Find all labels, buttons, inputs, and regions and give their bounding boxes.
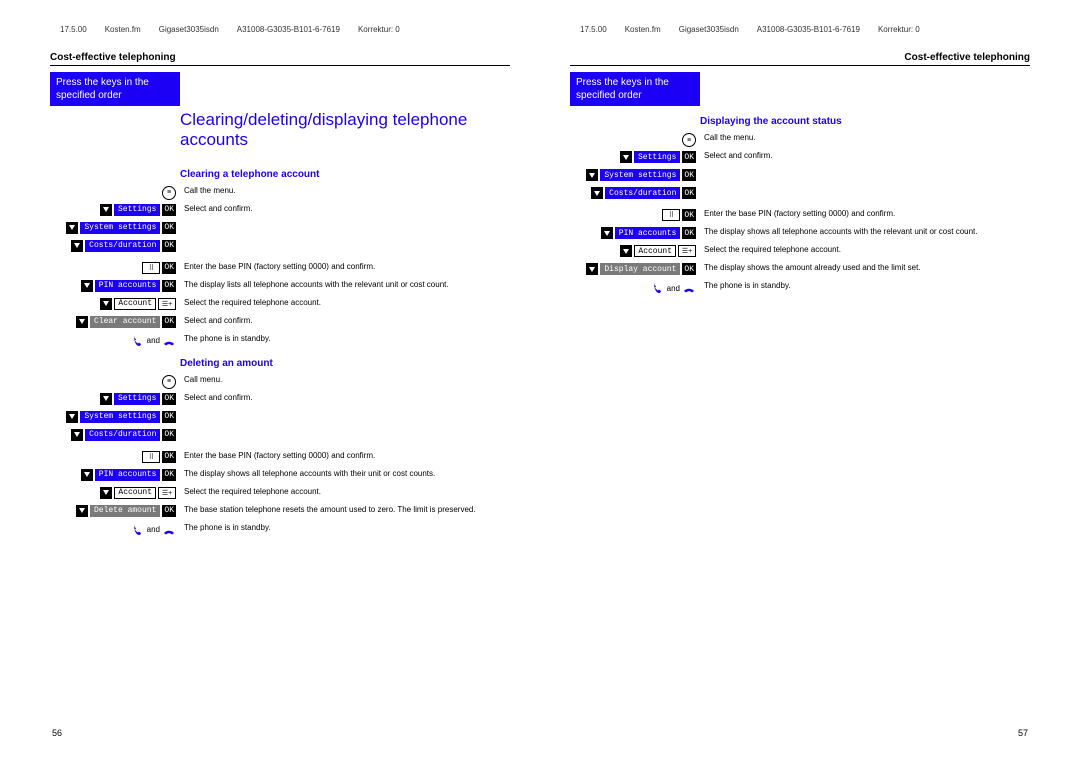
down-icon [591,187,603,199]
down-icon [100,487,112,499]
menu-icon: ≡ [162,186,176,200]
deleting-steps: ≡Call menu. SettingsOKSelect and confirm… [50,375,510,537]
down-icon [620,245,632,257]
down-icon [76,316,88,328]
down-icon [100,204,112,216]
menu-icon: ≡ [682,133,696,147]
down-icon [71,429,83,441]
down-icon [71,240,83,252]
handset-up-icon [131,523,145,537]
sub-displaying: Displaying the account status [700,116,1030,127]
down-icon [620,151,632,163]
handset-down-icon [162,523,176,537]
keypad-icon: ⠿ [142,262,160,274]
instruction-bar: Press the keys in the specified order [570,72,700,106]
handset-down-icon [162,334,176,348]
list-icon: ☰+ [158,298,176,310]
list-icon: ☰+ [158,487,176,499]
page-number: 56 [52,728,62,738]
page-number: 57 [1018,728,1028,738]
instruction-bar: Press the keys in the specified order [50,72,180,106]
menu-icon: ≡ [162,375,176,389]
chapter-title: Clearing/deleting/displaying telephone a… [180,110,510,151]
sub-clearing: Clearing a telephone account [180,169,510,180]
page-57: 17.5.00 Kosten.fm Gigaset3035isdn A31008… [560,20,1040,743]
page-56: 17.5.00 Kosten.fm Gigaset3035isdn A31008… [40,20,520,743]
header-meta: 17.5.00 Kosten.fm Gigaset3035isdn A31008… [50,25,510,34]
down-icon [76,505,88,517]
list-icon: ☰+ [678,245,696,257]
down-icon [81,280,93,292]
clearing-steps: ≡Call the menu. SettingsOKSelect and con… [50,186,510,348]
sub-deleting: Deleting an amount [180,358,510,369]
down-icon [601,227,613,239]
down-icon [586,263,598,275]
handset-up-icon [131,334,145,348]
handset-down-icon [682,281,696,295]
down-icon [100,393,112,405]
handset-up-icon [651,281,665,295]
down-icon [586,169,598,181]
section-heading: Cost-effective telephoning [50,52,510,66]
down-icon [100,298,112,310]
displaying-steps: ≡Call the menu. SettingsOKSelect and con… [570,133,1030,295]
keypad-icon: ⠿ [662,209,680,221]
header-meta: 17.5.00 Kosten.fm Gigaset3035isdn A31008… [570,25,1030,34]
keypad-icon: ⠿ [142,451,160,463]
down-icon [66,222,78,234]
down-icon [66,411,78,423]
section-heading: Cost-effective telephoning [570,52,1030,66]
down-icon [81,469,93,481]
